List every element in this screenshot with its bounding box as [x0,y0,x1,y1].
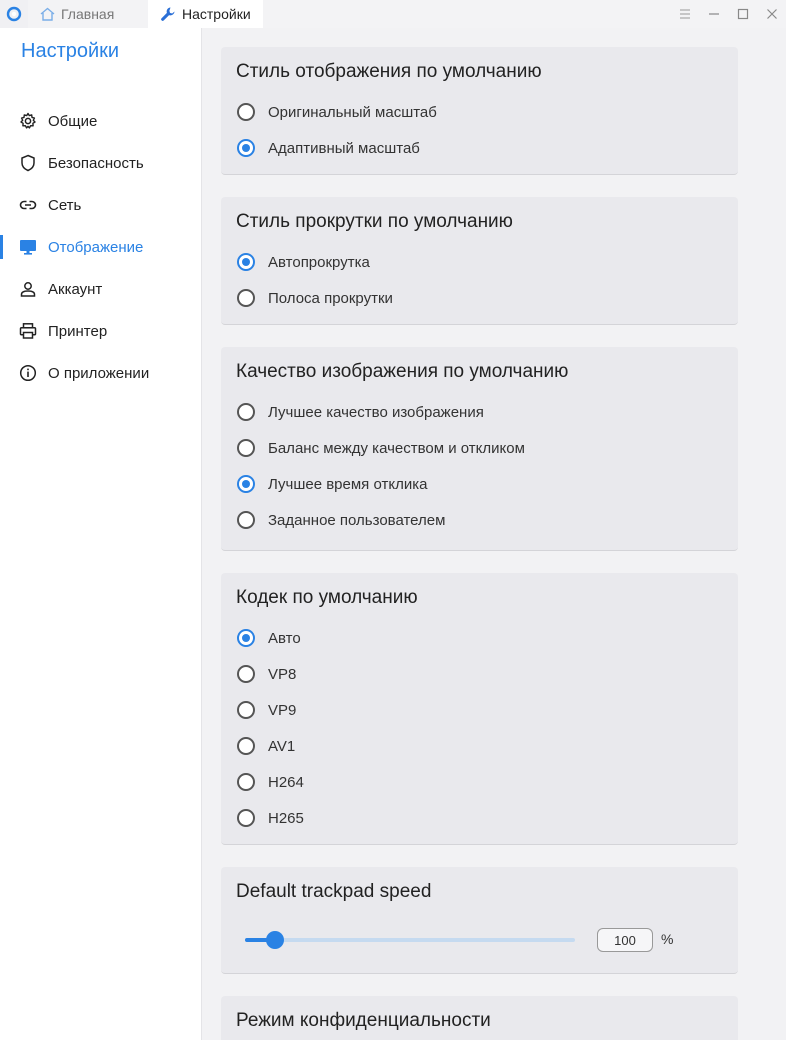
trackpad-speed-slider[interactable] [245,931,575,949]
view-style-card: Стиль отображения по умолчанию Оригиналь… [221,47,738,175]
radio-button[interactable] [237,665,255,683]
radio-button-selected[interactable] [237,629,255,647]
radio-button-selected[interactable] [237,253,255,271]
radio-option[interactable]: Заданное пользователем [237,506,445,534]
radio-button[interactable] [237,103,255,121]
tab-home-label: Главная [61,5,115,22]
sidebar-item-label: Безопасность [48,154,144,172]
sidebar-item-account[interactable]: Аккаунт [0,268,202,310]
radio-option[interactable]: VP8 [237,660,296,688]
image-quality-card: Качество изображения по умолчанию Лучшее… [221,347,738,551]
radio-button[interactable] [237,701,255,719]
radio-label: Полоса прокрутки [268,289,393,307]
radio-label: H264 [268,773,304,791]
radio-option[interactable]: Баланс между качеством и откликом [237,434,525,462]
sidebar-item-label: Аккаунт [48,280,103,298]
sidebar-item-label: Общие [48,112,98,130]
sidebar-title: Настройки [21,40,120,62]
menu-icon[interactable] [670,0,699,28]
shield-icon [19,154,37,172]
radio-option[interactable]: Лучшее качество изображения [237,398,484,426]
radio-option[interactable]: Лучшее время отклика [237,470,427,498]
radio-button-selected[interactable] [237,475,255,493]
radio-label: H265 [268,809,304,827]
radio-button[interactable] [237,289,255,307]
radio-label: Заданное пользователем [268,511,446,529]
radio-button[interactable] [237,511,255,529]
radio-label: Лучшее качество изображения [268,403,484,421]
section-title: Default trackpad speed [236,881,432,902]
close-icon[interactable] [757,0,786,28]
info-icon [19,364,37,382]
person-icon [19,280,37,298]
radio-label: Автопрокрутка [268,253,370,271]
section-title: Режим конфиденциальности [236,1010,491,1031]
radio-option[interactable]: H264 [237,768,304,796]
radio-label: Авто [268,629,301,647]
radio-option[interactable]: Полоса прокрутки [237,284,393,312]
sidebar: Настройки Общие Безопасность Сеть Отобра… [0,28,202,1040]
radio-button[interactable] [237,403,255,421]
sidebar-item-label: Отображение [48,238,144,256]
sidebar-item-security[interactable]: Безопасность [0,142,202,184]
trackpad-speed-input[interactable]: 100 [597,928,653,952]
sidebar-nav: Общие Безопасность Сеть Отображение Акка… [0,100,202,394]
radio-option[interactable]: Адаптивный масштаб [237,134,420,162]
radio-button[interactable] [237,773,255,791]
radio-option[interactable]: H265 [237,804,304,832]
radio-button[interactable] [237,809,255,827]
radio-label: VP8 [268,665,297,683]
gear-icon [19,112,37,130]
tab-settings[interactable]: Настройки [148,0,263,28]
radio-label: Баланс между качеством и откликом [268,439,525,457]
radio-option[interactable]: Авто [237,624,301,652]
link-icon [19,196,37,214]
sidebar-item-label: Принтер [48,322,108,340]
window-controls [670,0,786,28]
scroll-style-card: Стиль прокрутки по умолчанию Автопрокрут… [221,197,738,325]
slider-handle[interactable] [265,931,284,949]
maximize-icon[interactable] [728,0,757,28]
settings-content: Стиль отображения по умолчанию Оригиналь… [202,28,786,1040]
radio-button[interactable] [237,439,255,457]
radio-label: AV1 [268,737,296,755]
radio-label: Лучшее время отклика [268,475,428,493]
sidebar-item-about[interactable]: О приложении [0,352,202,394]
sidebar-item-printer[interactable]: Принтер [0,310,202,352]
sidebar-item-network[interactable]: Сеть [0,184,202,226]
radio-label: Адаптивный масштаб [268,139,420,157]
sidebar-item-label: Сеть [48,196,82,214]
radio-option[interactable]: AV1 [237,732,295,760]
radio-button[interactable] [237,737,255,755]
section-title: Стиль отображения по умолчанию [236,61,542,82]
sidebar-item-general[interactable]: Общие [0,100,202,142]
monitor-icon [19,238,37,256]
radio-label: Оригинальный масштаб [268,103,437,121]
radio-option[interactable]: Автопрокрутка [237,248,370,276]
minimize-icon[interactable] [699,0,728,28]
printer-icon [19,322,37,340]
section-title: Качество изображения по умолчанию [236,361,569,382]
tab-settings-label: Настройки [182,5,251,22]
app-logo-icon [0,0,28,28]
radio-option[interactable]: Оригинальный масштаб [237,98,437,126]
radio-button-selected[interactable] [237,139,255,157]
unit-label: % [661,931,674,947]
radio-label: VP9 [268,701,297,719]
sidebar-item-label: О приложении [48,364,150,382]
title-bar: Главная Настройки [0,0,786,28]
sidebar-item-display[interactable]: Отображение [0,226,202,268]
radio-option[interactable]: VP9 [237,696,296,724]
home-icon [40,7,55,21]
codec-card: Кодек по умолчанию Авто VP8 VP9 AV1 H264… [221,573,738,845]
section-title: Кодек по умолчанию [236,587,418,608]
wrench-icon [160,6,176,22]
section-title: Стиль прокрутки по умолчанию [236,211,513,232]
trackpad-speed-card: Default trackpad speed 100 % [221,867,738,974]
privacy-mode-card: Режим конфиденциальности [221,996,738,1040]
tab-home[interactable]: Главная [28,0,148,28]
